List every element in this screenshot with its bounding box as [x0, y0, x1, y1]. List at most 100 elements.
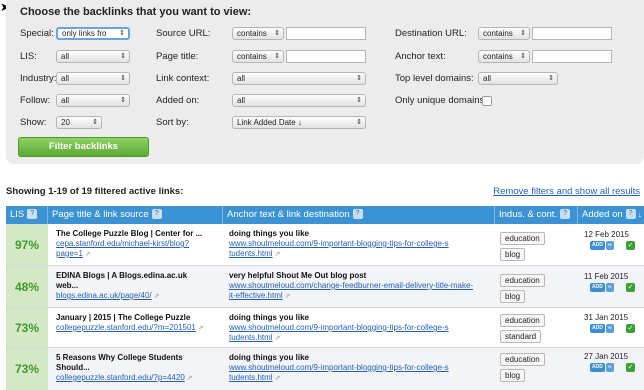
column-header-anchor[interactable]: Anchor text & link destination? — [223, 206, 495, 224]
anchor-text: doing things you like — [229, 353, 309, 362]
external-link-icon[interactable]: ⇗ — [85, 251, 91, 258]
unique-domains-checkbox[interactable] — [482, 96, 492, 106]
destination-url-label: Destination URL: — [395, 28, 467, 39]
content-tag: blog — [500, 290, 526, 303]
destination-link[interactable]: www.shoutmeloud.com/9-important-blogging… — [229, 239, 449, 248]
select-arrow-icon: ⇕ — [520, 30, 526, 37]
sort-arrow-icon[interactable]: ↓ — [638, 210, 642, 219]
add-badge[interactable]: ADD — [590, 363, 605, 372]
source-link[interactable]: collegepuzzle.stanford.edu/?p=4420 — [56, 373, 185, 382]
source-url-operator-select[interactable]: contains ⇕ — [232, 27, 284, 40]
page-title-operator-select[interactable]: contains ⇕ — [232, 50, 284, 63]
link-context-label: Link context: — [156, 73, 210, 84]
destination-link[interactable]: tudents.html — [229, 249, 273, 258]
top-level-domains-select[interactable]: all ⇕ — [478, 72, 558, 85]
column-header-industry[interactable]: Indus. & cont.? — [495, 206, 578, 224]
added-on-select[interactable]: all ⇕ — [232, 94, 366, 107]
destination-url-input[interactable] — [532, 27, 612, 40]
source-link[interactable]: blogs.edina.ac.uk/page/40/ — [56, 291, 152, 300]
help-icon[interactable]: ? — [27, 209, 38, 220]
add-badge[interactable]: ADD — [590, 241, 605, 250]
destination-link[interactable]: www.shoutmeloud.com/change-feedburner-em… — [229, 281, 473, 290]
follow-label: Follow: — [20, 95, 51, 106]
page-title-continued: Should... — [56, 363, 90, 372]
link-badge-icon[interactable]: ∞ — [606, 363, 614, 372]
destination-link[interactable]: tudents.html — [229, 373, 273, 382]
link-badge-icon[interactable]: ∞ — [606, 283, 614, 292]
content-tag: blog — [500, 369, 526, 382]
add-badge[interactable]: ADD — [590, 283, 605, 292]
industry-tag: education — [500, 353, 545, 366]
lis-value: 73% — [6, 308, 48, 347]
select-arrow-icon: ⇕ — [92, 119, 98, 126]
page-title: 5 Reasons Why College Students — [56, 353, 183, 362]
panel-title: Choose the backlinks that you want to vi… — [20, 6, 252, 18]
add-badge[interactable]: ADD — [590, 324, 605, 333]
anchor-text-operator-select[interactable]: contains ⇕ — [478, 50, 530, 63]
select-arrow-icon: ⇕ — [356, 75, 362, 82]
external-link-icon[interactable]: ⇗ — [154, 293, 160, 300]
external-link-icon[interactable]: ⇗ — [198, 325, 204, 332]
anchor-text-input[interactable] — [532, 50, 612, 63]
source-link[interactable]: cepa.stanford.edu/michael-kirst/blog? — [56, 239, 189, 248]
column-header-added-on[interactable]: Added on? ↓ — [578, 206, 644, 224]
link-context-select[interactable]: all ⇕ — [232, 72, 366, 85]
table-header: LIS? Page title & link source? Anchor te… — [6, 206, 644, 224]
destination-link[interactable]: www.shoutmeloud.com/9-important-blogging… — [229, 323, 449, 332]
added-on-label: Added on: — [156, 95, 200, 106]
lis-select[interactable]: all ⇕ — [56, 50, 130, 63]
content-tag: standard — [500, 330, 542, 343]
external-link-icon[interactable]: ⇗ — [275, 375, 281, 382]
page-cell: The College Puzzle Blog | Center for ...… — [56, 229, 221, 260]
destination-url-operator-select[interactable]: contains ⇕ — [478, 27, 530, 40]
added-date: 11 Feb 2015 — [584, 272, 629, 281]
source-link[interactable]: page=1 — [56, 249, 83, 258]
page-cell: 5 Reasons Why College Students Should...… — [56, 353, 221, 384]
external-link-icon[interactable]: ⇗ — [285, 293, 291, 300]
show-select[interactable]: 20 ⇕ — [56, 116, 102, 129]
select-arrow-icon: ⇕ — [548, 75, 554, 82]
destination-link[interactable]: tudents.html — [229, 333, 273, 342]
special-select[interactable]: only links fro ⇕ — [56, 27, 130, 40]
page-title-input[interactable] — [286, 50, 366, 63]
destination-link[interactable]: www.shoutmeloud.com/9-important-blogging… — [229, 363, 449, 372]
external-link-icon[interactable]: ⇗ — [187, 375, 193, 382]
check-icon: ✓ — [626, 283, 635, 292]
link-badge-icon[interactable]: ∞ — [606, 241, 614, 250]
page-title-continued: web... — [56, 281, 79, 290]
check-icon: ✓ — [626, 324, 635, 333]
filter-panel: Choose the backlinks that you want to vi… — [6, 0, 644, 164]
destination-link[interactable]: it-effective.html — [229, 291, 283, 300]
select-arrow-icon: ⇕ — [274, 30, 280, 37]
sort-by-select[interactable]: Link Added Date ↓ ⇕ — [232, 116, 366, 129]
help-icon[interactable]: ? — [352, 209, 363, 220]
show-label: Show: — [20, 117, 47, 128]
anchor-cell: doing things you like www.shoutmeloud.co… — [229, 313, 493, 344]
source-link[interactable]: collegepuzzle.stanford.edu/?m=201501 — [56, 323, 196, 332]
external-link-icon[interactable]: ⇗ — [275, 335, 281, 342]
column-header-lis[interactable]: LIS? — [6, 206, 48, 224]
follow-select[interactable]: all ⇕ — [56, 94, 130, 107]
top-level-domains-label: Top level domains: — [395, 73, 474, 84]
remove-filters-link[interactable]: Remove filters and show all results — [493, 186, 640, 197]
page-title: EDINA Blogs | A Blogs.edina.ac.uk — [56, 271, 188, 280]
select-arrow-icon: ⇕ — [520, 53, 526, 60]
anchor-cell: very helpful Shout Me Out blog post www.… — [229, 271, 493, 302]
page-cell: EDINA Blogs | A Blogs.edina.ac.uk web...… — [56, 271, 221, 302]
source-url-input[interactable] — [286, 27, 366, 40]
anchor-cell: doing things you like www.shoutmeloud.co… — [229, 229, 493, 260]
help-icon[interactable]: ? — [151, 209, 162, 220]
industry-select[interactable]: all ⇕ — [56, 72, 130, 85]
filter-backlinks-button[interactable]: Filter backlinks — [18, 137, 149, 157]
link-badge-icon[interactable]: ∞ — [606, 324, 614, 333]
industry-tag: education — [500, 314, 545, 327]
column-header-page[interactable]: Page title & link source? — [48, 206, 223, 224]
help-icon[interactable]: ? — [625, 209, 636, 220]
anchor-text: doing things you like — [229, 229, 309, 238]
select-arrow-icon: ⇕ — [356, 119, 362, 126]
lis-value: 48% — [6, 266, 48, 307]
select-arrow-icon: ⇕ — [119, 30, 125, 37]
external-link-icon[interactable]: ⇗ — [275, 251, 281, 258]
help-icon[interactable]: ? — [560, 209, 571, 220]
select-arrow-icon: ⇕ — [120, 75, 126, 82]
